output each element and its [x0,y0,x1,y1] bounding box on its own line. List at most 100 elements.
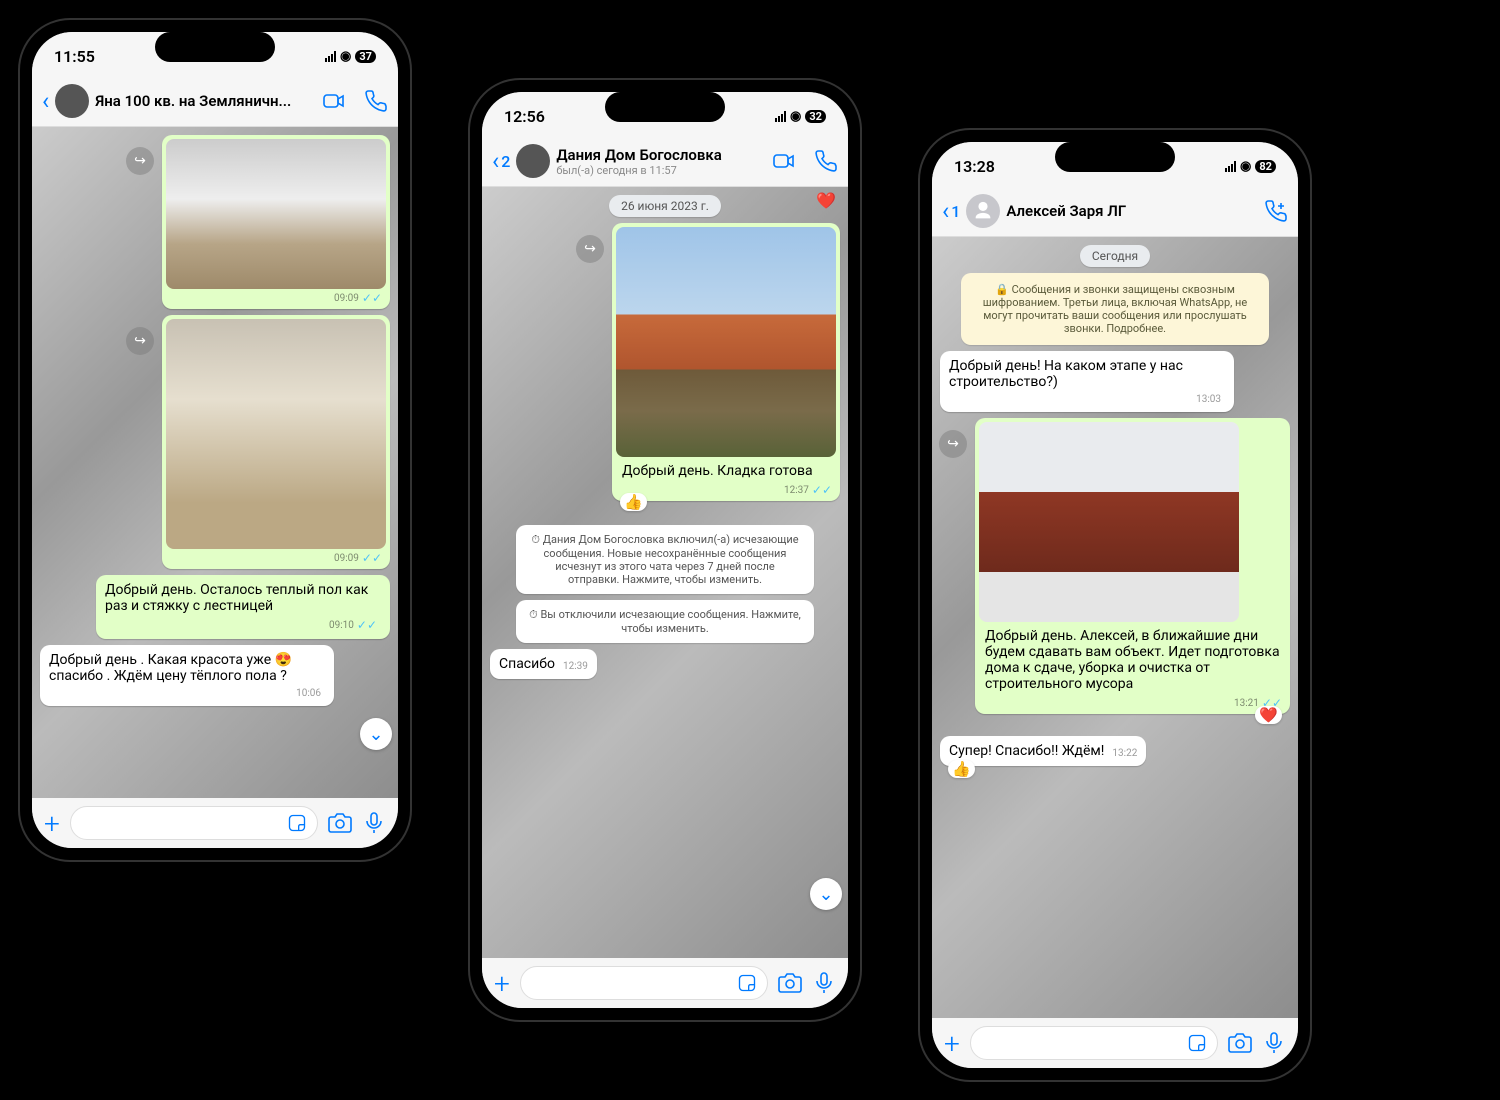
reaction-emoji[interactable]: 👍 [620,493,647,511]
mic-icon[interactable] [362,811,386,835]
forward-icon[interactable]: ↪ [126,147,154,175]
incoming-text-message[interactable]: Супер! Спасибо!! Ждём! 13:22 👍 [940,736,1146,766]
message-time: 13:21 [1234,698,1259,709]
battery-badge: 32 [805,110,826,123]
forward-icon[interactable]: ↪ [126,327,154,355]
notch [155,32,275,62]
voice-call-icon[interactable] [814,149,838,173]
photo-interior-1[interactable] [166,139,386,289]
unread-count: 2 [501,152,510,171]
cellular-icon [325,51,336,62]
message-text: Добрый день. Алексей, в ближайшие дни бу… [979,622,1286,694]
scroll-to-bottom-button[interactable]: ⌄ [360,718,392,750]
message-input[interactable] [70,806,318,840]
chat-header: ‹2 Дания Дом Богословка был(-а) сегодня … [482,140,848,187]
cellular-icon [775,111,786,122]
input-bar: + [932,1018,1298,1068]
back-button[interactable]: ‹1 [942,197,960,225]
message-input[interactable] [520,966,768,1000]
read-ticks-icon: ✓✓ [362,551,382,565]
outgoing-image-message[interactable]: ↪ 09:09✓✓ [162,135,390,309]
attach-button[interactable]: + [944,1027,960,1060]
message-input[interactable] [970,1026,1218,1060]
reaction-emoji[interactable]: ❤️ [1255,706,1282,724]
message-time: 10:06 [296,688,321,699]
avatar[interactable] [966,194,1000,228]
sticker-icon[interactable] [1187,1033,1207,1053]
contact-name[interactable]: Дания Дом Богословка [556,146,766,164]
outgoing-image-message[interactable]: ↪ Добрый день. Кладка готова 12:37✓✓ 👍 [612,223,840,501]
read-ticks-icon: ✓✓ [357,618,377,632]
message-time: 09:10 [329,620,354,631]
date-chip: Сегодня [1080,245,1150,267]
message-time: 13:03 [1196,394,1221,405]
system-message[interactable]: ⏱ Вы отключили исчезающие сообщения. Наж… [516,600,814,643]
reaction-emoji[interactable]: 👍 [948,760,975,778]
forward-icon[interactable]: ↪ [576,235,604,263]
chat-body[interactable]: Сегодня 🔒 Сообщения и звонки защищены ск… [932,237,1298,1018]
video-call-icon[interactable] [772,149,796,173]
phone-screen: 13:28 ◉ 82 ‹1 Алексей Заря ЛГ Сегодня 🔒 … [932,142,1298,1068]
add-call-icon[interactable] [1264,199,1288,223]
contact-name[interactable]: Яна 100 кв. на Земляничн... [95,92,316,110]
message-time: 13:22 [1112,748,1137,759]
message-text: Добрый день. Кладка готова [616,457,836,481]
back-button[interactable]: ‹2 [492,147,510,175]
status-indicators: ◉ 37 [325,49,376,64]
message-time: 12:37 [784,485,809,496]
status-indicators: ◉ 32 [775,109,826,124]
incoming-text-message[interactable]: Добрый день . Какая красота уже 😍 спасиб… [40,645,334,706]
status-time: 13:28 [954,157,995,176]
sticker-icon[interactable] [737,973,757,993]
chat-header: ‹1 Алексей Заря ЛГ [932,190,1298,237]
photo-interior-2[interactable] [166,319,386,549]
message-time: 12:39 [563,661,588,672]
notch [605,92,725,122]
unread-count: 1 [951,202,960,221]
mic-icon[interactable] [1262,1031,1286,1055]
system-message[interactable]: ⏱ Дания Дом Богословка включил(-а) исчез… [516,525,814,594]
contact-name[interactable]: Алексей Заря ЛГ [1006,202,1258,220]
cellular-icon [1225,161,1236,172]
attach-button[interactable]: + [44,807,60,840]
sticker-icon[interactable] [287,813,307,833]
chat-body[interactable]: ↪ 09:09✓✓ ↪ 09:09✓✓ Добрый день. Осталос… [32,127,398,798]
read-ticks-icon: ✓✓ [812,483,832,497]
outgoing-text-message[interactable]: Добрый день. Осталось теплый пол как раз… [96,575,390,639]
heart-reaction-icon: ❤️ [816,191,836,210]
outgoing-image-message[interactable]: ↪ Добрый день. Алексей, в ближайшие дни … [975,418,1290,714]
avatar[interactable] [516,144,550,178]
chat-body[interactable]: ❤️ 26 июня 2023 г. ↪ Добрый день. Кладка… [482,187,848,958]
voice-call-icon[interactable] [364,89,388,113]
encryption-notice[interactable]: 🔒 Сообщения и звонки защищены сквозным ш… [961,273,1269,345]
incoming-text-message[interactable]: Спасибо 12:39 [490,649,597,679]
mic-icon[interactable] [812,971,836,995]
person-icon [972,200,994,222]
photo-finished-house[interactable] [979,422,1239,622]
phone-mockup-1: 11:55 ◉ 37 ‹ Яна 100 кв. на Земляничн...… [20,20,410,860]
photo-brick-house[interactable] [616,227,836,457]
message-time: 09:09 [334,553,359,564]
phone-mockup-2: 12:56 ◉ 32 ‹2 Дания Дом Богословка был(-… [470,80,860,1020]
input-bar: + [32,798,398,848]
video-call-icon[interactable] [322,89,346,113]
camera-icon[interactable] [778,971,802,995]
date-chip: 26 июня 2023 г. [609,195,721,217]
message-text: Добрый день . Какая красота уже 😍 спасиб… [49,652,325,686]
avatar[interactable] [55,84,89,118]
scroll-to-bottom-button[interactable]: ⌄ [810,878,842,910]
camera-icon[interactable] [328,811,352,835]
message-text: Добрый день! На каком этапе у нас строит… [949,358,1225,392]
outgoing-image-message[interactable]: ↪ 09:09✓✓ [162,315,390,569]
attach-button[interactable]: + [494,967,510,1000]
wifi-icon: ◉ [1240,159,1251,174]
message-text: Добрый день. Осталось теплый пол как раз… [105,582,381,616]
back-button[interactable]: ‹ [42,87,49,115]
status-time: 12:56 [504,107,545,126]
input-bar: + [482,958,848,1008]
incoming-text-message[interactable]: Добрый день! На каком этапе у нас строит… [940,351,1234,412]
forward-icon[interactable]: ↪ [939,430,967,458]
message-time: 09:09 [334,293,359,304]
camera-icon[interactable] [1228,1031,1252,1055]
last-seen: был(-а) сегодня в 11:57 [556,164,766,177]
